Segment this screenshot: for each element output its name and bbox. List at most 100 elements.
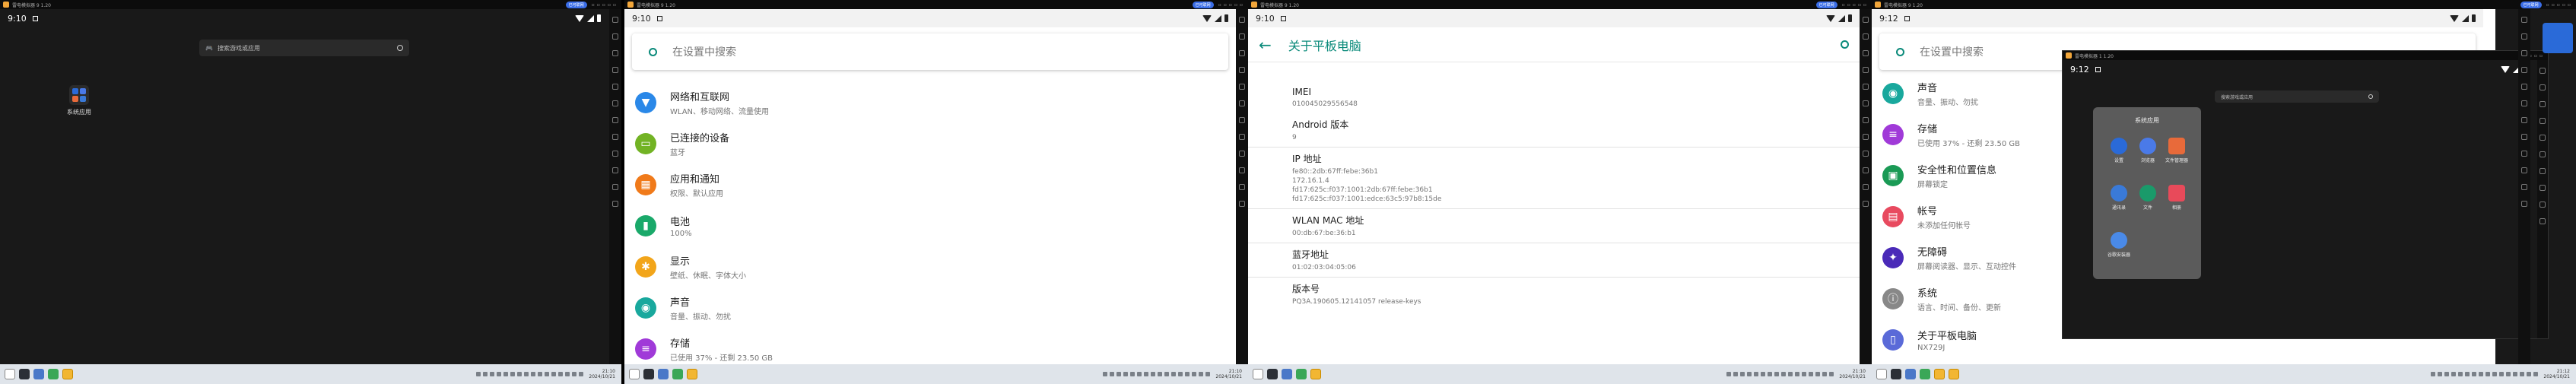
emulator-side-toolbar[interactable] <box>2518 9 2530 364</box>
network-status-pill[interactable]: 已可联网 <box>2520 1 2542 8</box>
home-search-bar[interactable]: 🎮 搜索游戏或应用 <box>199 40 409 56</box>
edge-icon[interactable] <box>1905 369 1916 379</box>
taskview-icon[interactable] <box>19 369 30 379</box>
folder-title: 系统应用 <box>2135 117 2159 124</box>
windows-start-icon[interactable] <box>5 369 15 379</box>
inner-home-search-bar[interactable]: 搜索游戏或应用 <box>2215 90 2379 103</box>
settings-item[interactable]: ▼ 网络和互联网 WLAN、移动网络、流量使用 <box>624 82 1236 123</box>
windows-start-icon[interactable] <box>1253 369 1263 379</box>
search-icon[interactable] <box>397 45 403 51</box>
settings-item-subtitle: 语言、时间、备份、更新 <box>1917 304 2001 313</box>
taskbar-clock[interactable]: 21:10 2024/10/21 <box>589 369 615 379</box>
settings-item-icon: ▤ <box>1882 206 1904 227</box>
folder-app[interactable]: 文件管理器 <box>2163 138 2190 163</box>
windows-start-icon[interactable] <box>1876 369 1887 379</box>
app-icon[interactable] <box>1920 369 1930 379</box>
settings-item-icon: ▭ <box>635 133 656 154</box>
system-tray[interactable]: 21:10 2024/10/21 <box>1726 369 1872 379</box>
android-status-bar: 9:12 <box>1872 9 2483 27</box>
folder-app[interactable]: 设置 <box>2105 138 2133 163</box>
search-icon[interactable] <box>1841 40 1849 49</box>
window-controls[interactable]: ▫▫▫▫▫ <box>2546 2 2573 8</box>
settings-item[interactable]: ▮ 电池 100% <box>624 205 1236 246</box>
settings-item-title: 声音 <box>1917 83 1938 94</box>
desktop-shortcut-icon[interactable] <box>2543 23 2573 53</box>
settings-item[interactable]: ◉ 声音 音量、振动、勿扰 <box>624 287 1236 328</box>
network-status-pill[interactable]: 已可联网 <box>565 1 587 8</box>
taskview-icon[interactable] <box>643 369 654 379</box>
battery-icon <box>1224 14 1228 22</box>
emulator-side-toolbar[interactable] <box>1860 9 1872 364</box>
about-info-row[interactable]: IMEI 010045029556548 <box>1248 82 1860 113</box>
about-info-row[interactable]: Android 版本 9 <box>1248 113 1860 147</box>
emulator-side-toolbar[interactable] <box>1236 9 1248 364</box>
settings-item[interactable]: ▦ 应用和通知 权限、默认应用 <box>624 164 1236 205</box>
emulator-taskbar-icon[interactable] <box>1934 369 1945 379</box>
settings-item-icon: ✦ <box>1882 247 1904 268</box>
folder-app[interactable]: 相册 <box>2163 185 2190 211</box>
app-icon[interactable] <box>1296 369 1307 379</box>
about-info-row[interactable]: 蓝牙地址 01:02:03:04:05:06 <box>1248 243 1860 277</box>
app-icon <box>2111 138 2127 154</box>
settings-item-title: 应用和通知 <box>670 174 720 186</box>
emulator-taskbar-icon[interactable] <box>1310 369 1321 379</box>
app-icon[interactable] <box>672 369 683 379</box>
back-arrow-icon[interactable]: ← <box>1259 36 1272 54</box>
about-info-title: WLAN MAC 地址 <box>1292 215 1364 226</box>
about-info-title: 蓝牙地址 <box>1292 249 1329 260</box>
about-info-list: IMEI 010045029556548 Android 版本 9 IP 地址 fe80:… <box>1248 82 1860 311</box>
system-tray[interactable]: 21:12 2024/10/21 <box>2431 369 2576 379</box>
about-info-row[interactable]: IP 地址 fe80::2db:67ff:febe:36b1 172.16.1.4… <box>1248 147 1860 208</box>
settings-item-icon: ▯ <box>1882 329 1904 351</box>
inner-side-toolbar[interactable] <box>2537 60 2548 338</box>
edge-icon[interactable] <box>1282 369 1292 379</box>
app-icon[interactable] <box>48 369 59 379</box>
edge-icon[interactable] <box>658 369 669 379</box>
about-info-row[interactable]: WLAN MAC 地址 00:db:67:be:36:b1 <box>1248 208 1860 243</box>
edge-icon[interactable] <box>33 369 44 379</box>
emulator-title: 雷电模拟器 9 1.20 <box>637 2 675 8</box>
emulator-titlebar: 雷电模拟器 9 1.20 已可联网 ▫▫▫▫▫ <box>1872 0 2576 9</box>
emulator-title: 雷电模拟器 9 1.20 <box>1260 2 1299 8</box>
folder-app[interactable]: 通讯录 <box>2105 185 2133 211</box>
settings-item[interactable]: ✱ 显示 壁纸、休眠、字体大小 <box>624 246 1236 287</box>
emulator-logo-icon <box>3 2 9 8</box>
taskview-icon[interactable] <box>1267 369 1278 379</box>
emulator-side-toolbar[interactable] <box>609 9 621 364</box>
settings-item[interactable]: ≡ 存储 已使用 37% - 还剩 23.50 GB <box>624 328 1236 370</box>
system-tray[interactable]: 21:10 2024/10/21 <box>476 369 621 379</box>
emulator-taskbar-icon-2[interactable] <box>1949 369 1959 379</box>
folder-app-label: 文件管理器 <box>2165 158 2188 163</box>
settings-search-bar[interactable]: 在设置中搜索 <box>632 33 1228 70</box>
inner-emulator-window[interactable]: 雷电模拟器 1 1.20 ▫▫▫▫▫ 9:12 搜索游戏或应用 系统应用 设置 浏… <box>2062 50 2549 339</box>
system-apps-folder[interactable]: 系统应用 <box>67 85 91 116</box>
network-status-pill[interactable]: 已可联网 <box>1815 1 1838 8</box>
network-status-pill[interactable]: 已可联网 <box>1192 1 1214 8</box>
windows-start-icon[interactable] <box>629 369 640 379</box>
about-info-row[interactable]: 版本号 PQ3A.190605.12141057 release-keys <box>1248 277 1860 311</box>
folder-app[interactable]: 谷歌安装器 <box>2105 232 2133 258</box>
system-tray[interactable]: 21:10 2024/10/21 <box>1103 369 1248 379</box>
folder-app[interactable]: 浏览器 <box>2134 138 2161 163</box>
emulator-taskbar-icon[interactable] <box>687 369 697 379</box>
settings-search-placeholder: 在设置中搜索 <box>672 46 736 59</box>
search-icon[interactable] <box>2368 94 2373 99</box>
window-controls[interactable]: ▫▫▫▫▫ <box>592 2 618 8</box>
settings-search-placeholder: 在设置中搜索 <box>1920 46 1984 59</box>
emulator-taskbar-icon[interactable] <box>62 369 73 379</box>
settings-item-subtitle: 已使用 37% - 还剩 23.50 GB <box>670 354 773 363</box>
inner-emulator-titlebar: 雷电模拟器 1 1.20 ▫▫▫▫▫ <box>2063 51 2548 60</box>
taskview-icon[interactable] <box>1891 369 1901 379</box>
taskbar-clock[interactable]: 21:12 2024/10/21 <box>2543 369 2570 379</box>
settings-item-icon: ▣ <box>1882 165 1904 186</box>
folder-app[interactable]: 文件 <box>2134 185 2161 211</box>
taskbar-clock[interactable]: 21:10 2024/10/21 <box>1839 369 1866 379</box>
settings-item[interactable]: ▭ 已连接的设备 蓝牙 <box>624 123 1236 164</box>
window-controls[interactable]: ▫▫▫▫▫ <box>1218 2 1245 8</box>
settings-item-title: 电池 <box>670 217 691 228</box>
window-controls[interactable]: ▫▫▫▫▫ <box>1842 2 1869 8</box>
folder-grid-icon <box>69 85 89 105</box>
settings-item-title: 无障碍 <box>1917 247 1948 259</box>
page-title: 关于平板电脑 <box>1288 38 1361 53</box>
taskbar-clock[interactable]: 21:10 2024/10/21 <box>1215 369 1242 379</box>
